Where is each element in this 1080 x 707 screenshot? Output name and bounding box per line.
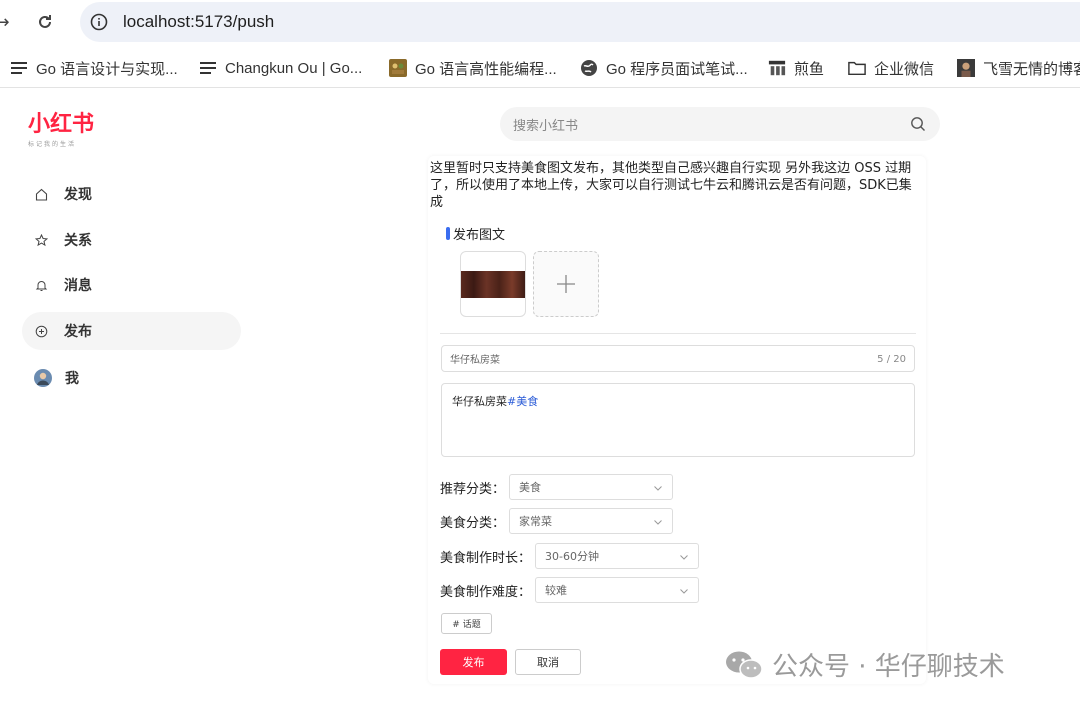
- bookmark-label: 煎鱼: [794, 60, 825, 78]
- bookmarks-bar: Go 语言设计与实现... Changkun Ou | Go... Go 语言高…: [0, 48, 1080, 88]
- bookmark-label: Go 语言高性能编程...: [415, 60, 557, 78]
- section-title-text: 发布图文: [453, 228, 506, 243]
- bookmark-label: Changkun Ou | Go...: [225, 59, 363, 77]
- forward-icon[interactable]: →: [0, 10, 14, 34]
- field-recommend-category: 推荐分类： 美食: [440, 474, 674, 500]
- field-label: 推荐分类：: [440, 481, 506, 497]
- difficulty-select[interactable]: 较难: [535, 577, 700, 603]
- bookmark-label: Go 语言设计与实现...: [36, 60, 178, 78]
- bookmark-item[interactable]: Changkun Ou | Go...: [199, 56, 362, 80]
- sidebar-item-label: 发现: [64, 187, 92, 203]
- content-tag[interactable]: #美食: [507, 395, 538, 408]
- bookmark-item[interactable]: Go 语言设计与实现...: [10, 56, 178, 80]
- browser-toolbar: → localhost:5173/push: [0, 0, 1080, 44]
- chevron-down-icon: [654, 520, 662, 525]
- sidebar-item-discover[interactable]: 发现: [22, 175, 241, 213]
- info-icon[interactable]: [90, 13, 108, 31]
- sidebar-item-me[interactable]: 我: [22, 359, 241, 397]
- sidebar-item-label: 关系: [64, 233, 92, 249]
- food-image: [461, 270, 525, 298]
- bookmark-label: Go 程序员面试笔试...: [606, 60, 748, 78]
- url-text: localhost:5173/push: [123, 12, 275, 31]
- bookmark-item[interactable]: 企业微信: [848, 56, 934, 80]
- field-difficulty: 美食制作难度： 较难: [440, 577, 700, 603]
- field-label: 美食制作时长：: [440, 550, 532, 566]
- select-value: 家常菜: [519, 515, 553, 528]
- bookmark-item[interactable]: 煎鱼: [768, 56, 824, 80]
- publish-button[interactable]: 发布: [440, 649, 507, 675]
- address-bar[interactable]: localhost:5173/push: [80, 2, 1080, 42]
- field-food-category: 美食分类： 家常菜: [440, 508, 674, 534]
- sidebar-item-relations[interactable]: 关系: [22, 221, 241, 259]
- section-title: 发布图文: [446, 224, 505, 243]
- search-icon[interactable]: [910, 116, 926, 132]
- star-icon: [34, 233, 48, 247]
- divider: [440, 333, 916, 334]
- field-label: 美食制作难度：: [440, 584, 532, 600]
- folder-icon: [848, 59, 866, 77]
- bookmark-item[interactable]: Go 程序员面试笔试...: [580, 56, 748, 80]
- gopher-icon: [389, 59, 407, 77]
- reload-icon[interactable]: [33, 10, 57, 34]
- globe-icon: [580, 59, 598, 77]
- home-icon: [34, 187, 48, 201]
- plus-icon: [557, 275, 575, 293]
- section-marker: [446, 227, 450, 240]
- fish-icon: [768, 59, 786, 77]
- sidebar-item-publish[interactable]: 发布: [22, 312, 241, 350]
- uploaded-image-thumbnail[interactable]: [460, 251, 526, 317]
- wechat-icon: [726, 651, 763, 679]
- brand-slogan: 标记我的生活: [28, 141, 77, 148]
- chevron-down-icon: [680, 589, 688, 594]
- bookmark-label: 企业微信: [874, 60, 935, 78]
- lines-icon: [10, 59, 28, 77]
- bookmark-item[interactable]: 飞雪无情的博客: [957, 56, 1080, 80]
- plus-circle-icon: [34, 324, 48, 338]
- search-input[interactable]: 搜索小红书: [500, 107, 940, 141]
- notice-text: 这里暂时只支持美食图文发布，其他类型自己感兴趣自行实现 另外我这边 OSS 过期…: [430, 161, 912, 210]
- sidebar-item-label: 我: [65, 371, 79, 387]
- lines-icon: [199, 59, 217, 77]
- bookmark-label: 飞雪无情的博客: [983, 60, 1080, 78]
- content-text: 华仔私房菜: [452, 395, 507, 408]
- chevron-down-icon: [654, 486, 662, 491]
- sidebar-item-label: 消息: [64, 278, 92, 294]
- chevron-down-icon: [680, 555, 688, 560]
- field-cook-time: 美食制作时长： 30-60分钟: [440, 543, 700, 569]
- watermark-text: 公众号 · 华仔聊技术: [772, 652, 1005, 682]
- select-value: 较难: [545, 584, 568, 597]
- select-value: 美食: [519, 481, 542, 494]
- avatar-icon: [957, 59, 975, 77]
- title-input-value: 华仔私房菜: [450, 355, 500, 366]
- field-label: 美食分类：: [440, 515, 506, 531]
- title-input[interactable]: 华仔私房菜 5 / 20: [441, 345, 915, 372]
- brand-name: 小红书: [28, 112, 95, 137]
- sidebar-item-messages[interactable]: 消息: [22, 266, 241, 304]
- cook-time-select[interactable]: 30-60分钟: [535, 543, 700, 569]
- select-value: 30-60分钟: [545, 550, 599, 563]
- recommend-category-select[interactable]: 美食: [509, 474, 674, 500]
- search-placeholder: 搜索小红书: [513, 118, 579, 134]
- title-char-count: 5 / 20: [877, 354, 906, 365]
- add-image-button[interactable]: [533, 251, 599, 317]
- brand-logo[interactable]: 小红书 标记我的生活: [28, 106, 94, 148]
- watermark: 公众号 · 华仔聊技术: [724, 646, 1005, 683]
- sidebar-item-label: 发布: [64, 324, 92, 340]
- content-textarea[interactable]: 华仔私房菜#美食: [441, 383, 915, 457]
- cancel-button[interactable]: 取消: [515, 649, 581, 675]
- avatar-icon: [34, 369, 52, 387]
- bell-icon: [34, 278, 48, 292]
- topic-button[interactable]: # 话题: [441, 613, 492, 634]
- food-category-select[interactable]: 家常菜: [509, 508, 674, 534]
- publish-panel: 这里暂时只支持美食图文发布，其他类型自己感兴趣自行实现 另外我这边 OSS 过期…: [428, 156, 926, 684]
- bookmark-item[interactable]: Go 语言高性能编程...: [389, 56, 557, 80]
